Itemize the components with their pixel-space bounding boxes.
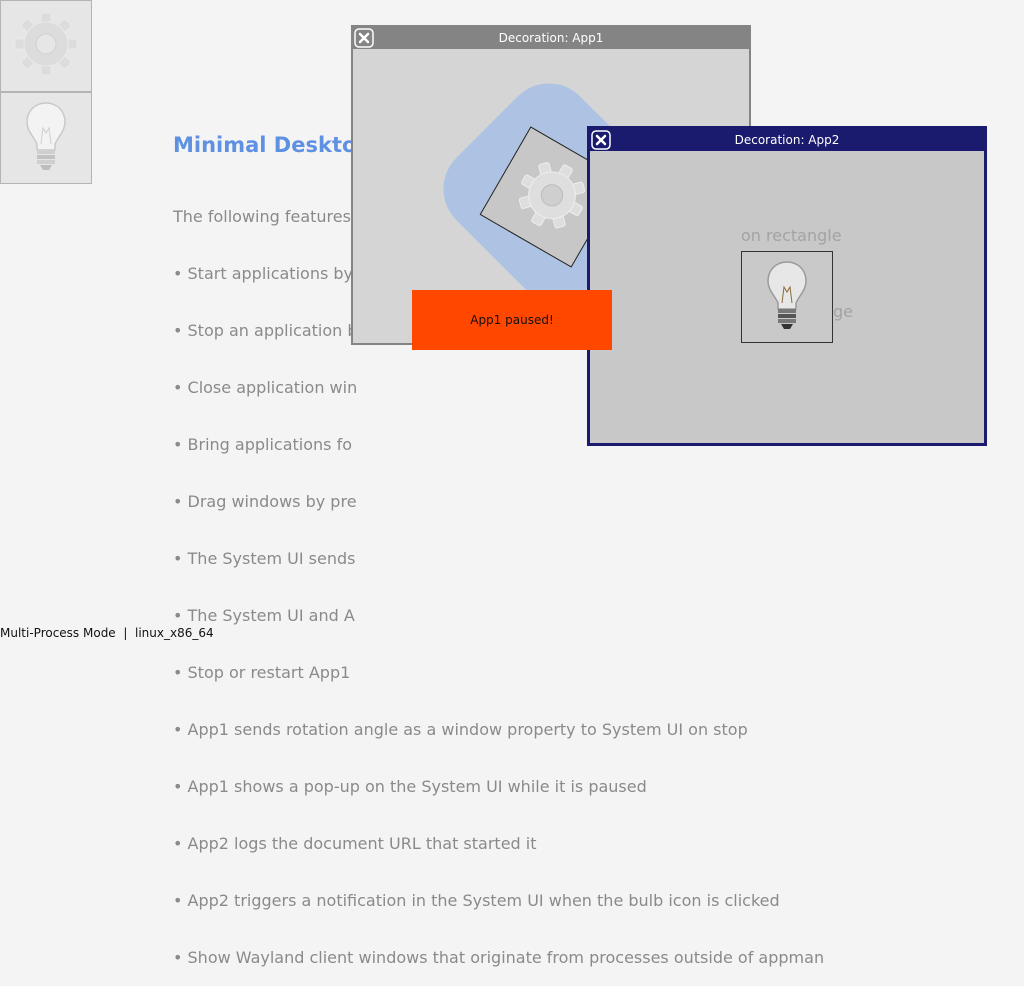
- feature-item: • App2 triggers a notification in the Sy…: [173, 891, 780, 910]
- gear-icon: [502, 147, 600, 246]
- popup-text: App1 paused!: [470, 313, 554, 327]
- lightbulb-icon: [24, 100, 68, 176]
- feature-item: • Drag windows by pre: [173, 492, 357, 511]
- app1-titlebar[interactable]: Decoration: App1: [353, 27, 749, 49]
- status-bar: Multi-Process Mode | linux_x86_64: [0, 626, 214, 640]
- app2-title: Decoration: App2: [734, 133, 840, 147]
- app2-titlebar[interactable]: Decoration: App2: [590, 129, 984, 151]
- app2-bulb-button[interactable]: [741, 251, 833, 343]
- page-title: Minimal Desktop: [173, 133, 372, 157]
- background-text-fragment: ge: [833, 302, 853, 321]
- app1-paused-popup: App1 paused!: [412, 290, 612, 350]
- feature-item: • The System UI and A: [173, 606, 355, 625]
- feature-item: • App2 logs the document URL that starte…: [173, 834, 537, 853]
- app1-title: Decoration: App1: [498, 31, 604, 45]
- app2-close-button[interactable]: [591, 130, 611, 150]
- background-text-fragment: on rectangle: [741, 226, 842, 245]
- feature-item: • Show Wayland client windows that origi…: [173, 948, 825, 967]
- gear-icon: [13, 11, 79, 81]
- feature-item: • App1 shows a pop-up on the System UI w…: [173, 777, 647, 796]
- feature-item: • Stop or restart App1: [173, 663, 351, 682]
- close-icon: [354, 28, 374, 51]
- launcher-app2[interactable]: [0, 92, 92, 184]
- feature-item: • App1 sends rotation angle as a window …: [173, 720, 748, 739]
- close-icon: [591, 130, 611, 153]
- app1-close-button[interactable]: [354, 28, 374, 48]
- lightbulb-icon: [765, 259, 809, 335]
- feature-item: • The System UI sends: [173, 549, 356, 568]
- launcher-app1[interactable]: [0, 0, 92, 92]
